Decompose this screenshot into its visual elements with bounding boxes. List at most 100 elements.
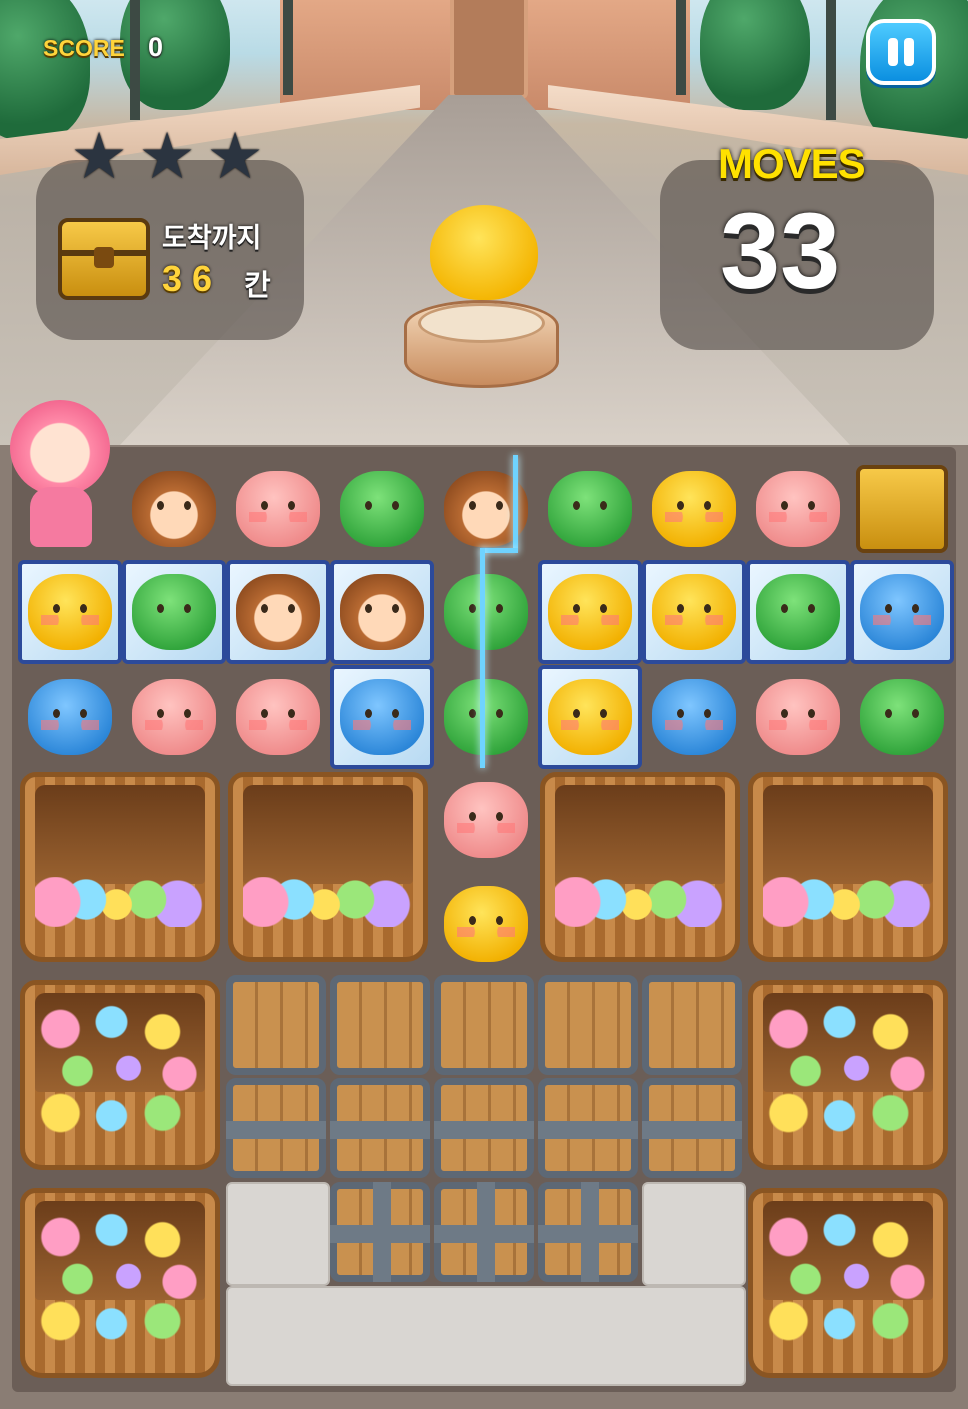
iced-tile[interactable] [746,560,850,664]
tree [0,0,90,140]
monkey-piece[interactable] [236,574,320,650]
tile[interactable] [434,457,538,561]
bear-piece[interactable] [444,679,528,755]
moves-label: MOVES [718,140,866,187]
iced-tile[interactable] [850,560,954,664]
egg-basket-full [20,1188,220,1378]
tile[interactable] [538,457,642,561]
tile[interactable] [434,768,538,872]
treasure-chest-goal-icon [856,465,948,553]
tile[interactable] [122,665,226,769]
dog-piece[interactable] [860,574,944,650]
tile[interactable] [330,457,434,561]
moves-value: 33 [720,190,841,311]
tile[interactable] [122,457,226,561]
goal-label: 도착까지 [162,223,262,254]
tile[interactable] [226,665,330,769]
chick-piece[interactable] [28,574,112,650]
banded-crate [226,1078,326,1178]
tile[interactable] [850,457,954,561]
pig-piece[interactable] [236,471,320,547]
lamp-post [130,0,140,120]
pig-piece[interactable] [132,679,216,755]
cross-banded-crate [330,1182,430,1282]
lamp-post [283,0,293,95]
lamp-post [826,0,836,120]
iced-tile[interactable] [330,560,434,664]
chick-piece[interactable] [652,574,736,650]
iced-tile[interactable] [18,560,122,664]
wooden-crate [434,975,534,1075]
tile[interactable] [434,665,538,769]
tile[interactable] [642,457,746,561]
tile[interactable] [746,665,850,769]
pig-piece[interactable] [756,471,840,547]
monkey-piece[interactable] [132,471,216,547]
wooden-crate [330,975,430,1075]
chick-piece[interactable] [548,679,632,755]
bear-piece[interactable] [444,574,528,650]
egg-basket-full [748,980,948,1170]
tile[interactable] [434,560,538,664]
iced-tile[interactable] [330,665,434,769]
treasure-chest-icon [58,218,150,300]
egg-basket [20,772,220,962]
wooden-crate [226,975,326,1075]
iced-tile[interactable] [122,560,226,664]
pig-piece[interactable] [236,679,320,755]
egg-basket [540,772,740,962]
tile[interactable] [850,665,954,769]
banded-crate [642,1078,742,1178]
dog-piece[interactable] [340,679,424,755]
path-line [480,548,518,553]
bear-piece[interactable] [132,574,216,650]
pig-piece[interactable] [444,782,528,858]
goal-distance-unit: 칸 [244,268,271,302]
iced-tile[interactable] [538,560,642,664]
iced-tile[interactable] [538,665,642,769]
jigsaw-tile [226,1286,746,1386]
goal-distance-number: 36 [162,258,223,299]
iced-tile[interactable] [226,560,330,664]
monkey-piece[interactable] [340,574,424,650]
wooden-crate [538,975,638,1075]
star-icon: ★ [70,120,128,194]
character-head [10,400,110,496]
cross-banded-crate [434,1182,534,1282]
pedestal-top [418,303,545,343]
dog-piece[interactable] [28,679,112,755]
chick-piece[interactable] [444,886,528,962]
bear-piece[interactable] [756,574,840,650]
star-icon: ★ [206,120,264,194]
jigsaw-tile [226,1182,330,1286]
star-icon: ★ [138,120,196,194]
path-line [513,455,518,550]
castle-door [450,0,528,99]
chick-piece[interactable] [548,574,632,650]
iced-tile[interactable] [642,560,746,664]
bear-piece[interactable] [548,471,632,547]
pause-button[interactable] [866,19,936,85]
egg-basket [228,772,428,962]
bear-piece[interactable] [340,471,424,547]
character-body [30,487,92,547]
egg-basket-full [20,980,220,1170]
tile[interactable] [226,457,330,561]
tile[interactable] [18,665,122,769]
score-value: 0 [148,32,164,62]
tile[interactable] [434,872,538,976]
banded-crate [434,1078,534,1178]
banded-crate [330,1078,430,1178]
jigsaw-tile [642,1182,746,1286]
tile[interactable] [746,457,850,561]
bear-piece[interactable] [860,679,944,755]
pig-piece[interactable] [756,679,840,755]
chick-mascot [430,205,538,300]
wooden-crate [642,975,742,1075]
lamp-post [676,0,686,95]
dog-piece[interactable] [652,679,736,755]
tile[interactable] [642,665,746,769]
chick-piece[interactable] [652,471,736,547]
cross-banded-crate [538,1182,638,1282]
tree [700,0,810,110]
